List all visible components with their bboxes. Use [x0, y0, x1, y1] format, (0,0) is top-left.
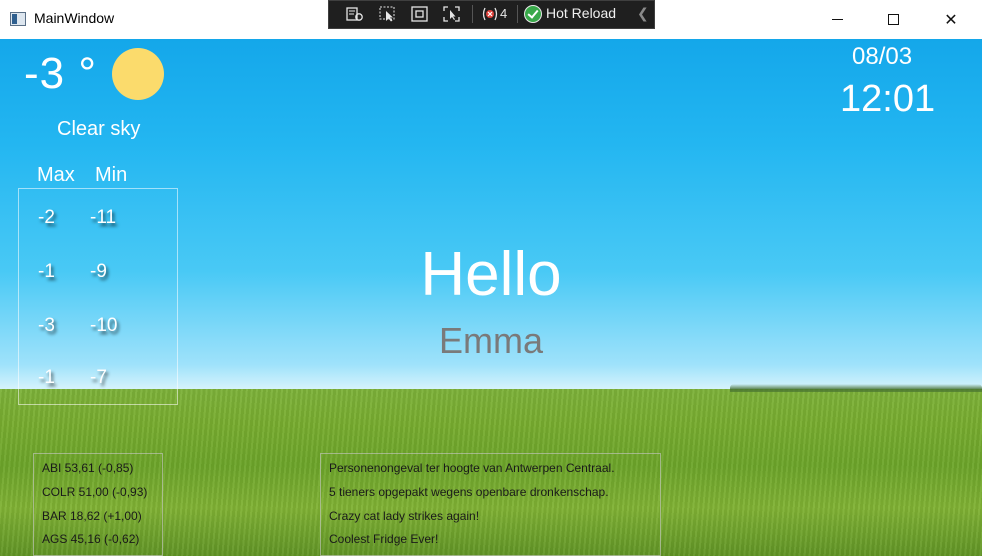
toolbar-separator	[517, 5, 518, 23]
live-visual-tree-icon[interactable]	[346, 6, 364, 22]
treeline-background	[730, 384, 982, 392]
app-icon	[10, 12, 26, 26]
stock-item: BAR 18,62 (+1,00)	[42, 509, 142, 523]
forecast-min-value: -7	[90, 367, 107, 388]
hot-reload-icon[interactable]	[524, 5, 542, 23]
current-date: 08/03	[852, 43, 913, 70]
greeting-text: Hello	[420, 240, 562, 309]
hot-reload-button[interactable]: Hot Reload	[546, 5, 616, 21]
main-content: -3 ° Clear sky Max Min -2 -11 -1 -9 -3 -…	[0, 39, 982, 556]
binding-failures-icon[interactable]	[481, 6, 499, 22]
close-button[interactable]: ✕	[928, 0, 974, 39]
weather-condition: Clear sky	[57, 118, 141, 140]
close-icon: ✕	[944, 10, 958, 29]
forecast-max-value: -2	[38, 207, 55, 228]
stock-item: ABI 53,61 (-0,85)	[42, 461, 134, 475]
user-name: Emma	[438, 320, 543, 361]
maximize-icon	[887, 14, 899, 25]
minimize-icon	[831, 19, 843, 20]
binding-failures-count: 4	[500, 6, 508, 21]
forecast-max-value: -1	[38, 367, 55, 388]
stock-item: COLR 51,00 (-0,93)	[42, 485, 148, 499]
track-focused-element-icon[interactable]	[443, 6, 461, 22]
collapse-icon[interactable]: ❮	[637, 6, 649, 22]
window-title: MainWindow	[34, 10, 115, 26]
forecast-max-header: Max	[37, 164, 75, 186]
toolbar-separator	[472, 5, 473, 23]
maximize-button[interactable]	[870, 0, 916, 39]
sun-icon	[112, 48, 164, 100]
news-item: Coolest Fridge Ever!	[329, 532, 439, 546]
minimize-button[interactable]	[814, 0, 860, 39]
select-element-icon[interactable]	[379, 6, 397, 22]
display-layout-adorners-icon[interactable]	[411, 6, 429, 22]
stock-item: AGS 45,16 (-0,62)	[42, 532, 140, 546]
forecast-min-header: Min	[95, 164, 128, 186]
news-item: 5 tieners opgepakt wegens openbare dronk…	[329, 485, 609, 499]
forecast-min-value: -11	[90, 207, 117, 228]
current-time: 12:01	[840, 78, 936, 120]
news-item: Personenongeval ter hoogte van Antwerpen…	[329, 461, 615, 475]
news-item: Crazy cat lady strikes again!	[329, 509, 480, 523]
current-temperature: -3 °	[24, 49, 97, 98]
